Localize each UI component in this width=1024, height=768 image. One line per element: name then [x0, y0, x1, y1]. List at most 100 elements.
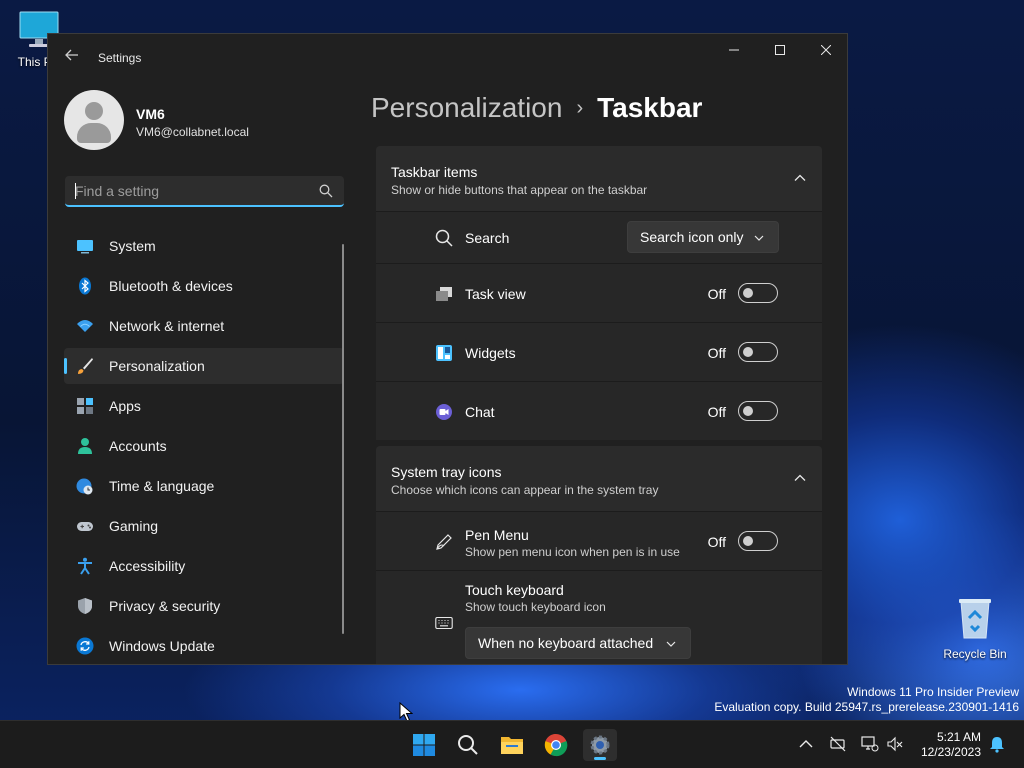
taskbar-items-section: Taskbar items Show or hide buttons that … — [376, 146, 822, 440]
sidebar-item-accounts[interactable]: Accounts — [64, 428, 344, 464]
task-view-toggle[interactable] — [738, 283, 778, 303]
breadcrumb: Personalization › Taskbar — [371, 92, 702, 124]
avatar-body — [77, 123, 111, 143]
desktop-icon-recycle-bin[interactable]: Recycle Bin — [940, 596, 1010, 661]
clock-time: 5:21 AM — [936, 730, 981, 744]
build-watermark: Windows 11 Pro Insider Preview Evaluatio… — [714, 685, 1019, 715]
sidebar-scrollbar[interactable] — [342, 244, 344, 634]
toggle-state-text: Off — [707, 404, 726, 420]
sidebar-item-apps[interactable]: Apps — [64, 388, 344, 424]
chevron-up-icon[interactable] — [794, 472, 806, 484]
row-label: Touch keyboard — [465, 582, 564, 598]
row-subtitle: Show touch keyboard icon — [465, 600, 606, 614]
section-subtitle: Show or hide buttons that appear on the … — [391, 183, 648, 197]
breadcrumb-parent[interactable]: Personalization — [371, 92, 562, 123]
sidebar-item-system[interactable]: System — [64, 228, 344, 264]
keyboard-icon — [435, 616, 453, 630]
section-title: Taskbar items — [391, 164, 478, 180]
widgets-icon — [436, 345, 452, 361]
sidebar-item-label: System — [109, 238, 156, 254]
settings-app-button[interactable] — [583, 729, 617, 761]
settings-window: Settings VM6 VM6@collabnet.local System … — [47, 33, 848, 665]
sidebar-nav: System Bluetooth & devices Network & int… — [64, 228, 344, 664]
toggle-knob — [743, 347, 753, 357]
section-title: System tray icons — [391, 464, 502, 480]
minimize-button[interactable] — [711, 34, 757, 66]
bluetooth-icon — [79, 277, 91, 295]
search-mode-dropdown[interactable]: Search icon only — [627, 221, 779, 253]
start-button[interactable] — [407, 729, 441, 761]
widgets-toggle[interactable] — [738, 342, 778, 362]
folder-icon — [501, 737, 523, 754]
sidebar-item-label: Time & language — [109, 478, 215, 494]
sidebar-item-privacy-security[interactable]: Privacy & security — [64, 588, 344, 624]
sidebar-item-label: Accounts — [109, 438, 167, 454]
taskbar-search-button[interactable] — [451, 729, 485, 761]
section-subtitle: Choose which icons can appear in the sys… — [391, 483, 659, 497]
toggle-state-text: Off — [707, 534, 726, 550]
sidebar-item-accessibility[interactable]: Accessibility — [64, 548, 344, 584]
user-email: VM6@collabnet.local — [136, 125, 249, 139]
row-label: Search — [465, 230, 510, 246]
sidebar-item-label: Apps — [109, 398, 141, 414]
globe-clock-icon — [76, 478, 93, 495]
taskbar: 5:21 AM 12/23/2023 — [0, 720, 1024, 768]
chevron-down-icon — [666, 641, 676, 647]
chevron-up-icon[interactable] — [797, 735, 815, 753]
search-input[interactable] — [75, 182, 305, 200]
recycle-bin-icon — [959, 599, 991, 639]
system-clock[interactable]: 5:21 AM 12/23/2023 — [921, 730, 981, 760]
chevron-up-icon[interactable] — [794, 172, 806, 184]
back-button[interactable] — [62, 48, 82, 68]
row-label: Pen Menu — [465, 527, 529, 543]
update-icon — [76, 637, 94, 655]
chat-toggle[interactable] — [738, 401, 778, 421]
bell-icon[interactable] — [988, 735, 1006, 753]
sidebar-item-bluetooth[interactable]: Bluetooth & devices — [64, 268, 344, 304]
chat-icon — [436, 404, 452, 420]
sidebar-item-personalization[interactable]: Personalization — [64, 348, 344, 384]
network-disconnected-icon[interactable] — [829, 735, 847, 753]
row-label: Chat — [465, 404, 495, 420]
person-icon — [78, 438, 92, 454]
sidebar-item-windows-update[interactable]: Windows Update — [64, 628, 344, 664]
dropdown-value: When no keyboard attached — [478, 635, 654, 651]
dropdown-value: Search icon only — [640, 229, 744, 245]
window-title: Settings — [98, 51, 142, 65]
search-icon — [435, 229, 453, 247]
close-icon — [821, 45, 831, 55]
chevron-down-icon — [754, 235, 764, 241]
file-explorer-button[interactable] — [495, 729, 529, 761]
desktop-icon-label: Recycle Bin — [943, 647, 1007, 661]
pen-icon — [436, 534, 452, 550]
clock-date: 12/23/2023 — [920, 745, 981, 759]
sidebar-item-time-language[interactable]: Time & language — [64, 468, 344, 504]
system-tray-header[interactable]: System tray icons Choose which icons can… — [376, 446, 822, 512]
row-label: Task view — [465, 286, 526, 302]
shield-icon — [78, 598, 92, 614]
sidebar-item-label: Windows Update — [109, 638, 215, 654]
apps-icon — [77, 398, 93, 414]
avatar[interactable] — [64, 90, 124, 150]
touch-keyboard-row: Touch keyboard Show touch keyboard icon … — [376, 571, 822, 664]
maximize-button[interactable] — [757, 34, 803, 66]
title-bar[interactable]: Settings — [48, 34, 847, 82]
text-caret — [75, 183, 76, 199]
task-view-row: Task view Off — [376, 264, 822, 323]
close-button[interactable] — [803, 34, 847, 66]
sidebar-item-gaming[interactable]: Gaming — [64, 508, 344, 544]
mouse-cursor-icon — [399, 702, 413, 722]
pen-menu-toggle[interactable] — [738, 531, 778, 551]
touch-keyboard-dropdown[interactable]: When no keyboard attached — [465, 627, 691, 659]
widgets-row: Widgets Off — [376, 323, 822, 382]
chrome-button[interactable] — [539, 729, 573, 761]
display-icon[interactable] — [861, 735, 879, 753]
volume-muted-icon[interactable] — [886, 735, 904, 753]
breadcrumb-separator: › — [576, 97, 584, 119]
taskbar-items-header[interactable]: Taskbar items Show or hide buttons that … — [376, 146, 822, 212]
search-icon[interactable] — [319, 184, 333, 198]
row-label: Widgets — [465, 345, 516, 361]
search-box[interactable] — [65, 176, 344, 207]
sidebar-item-network[interactable]: Network & internet — [64, 308, 344, 344]
sidebar-item-label: Personalization — [109, 358, 205, 374]
